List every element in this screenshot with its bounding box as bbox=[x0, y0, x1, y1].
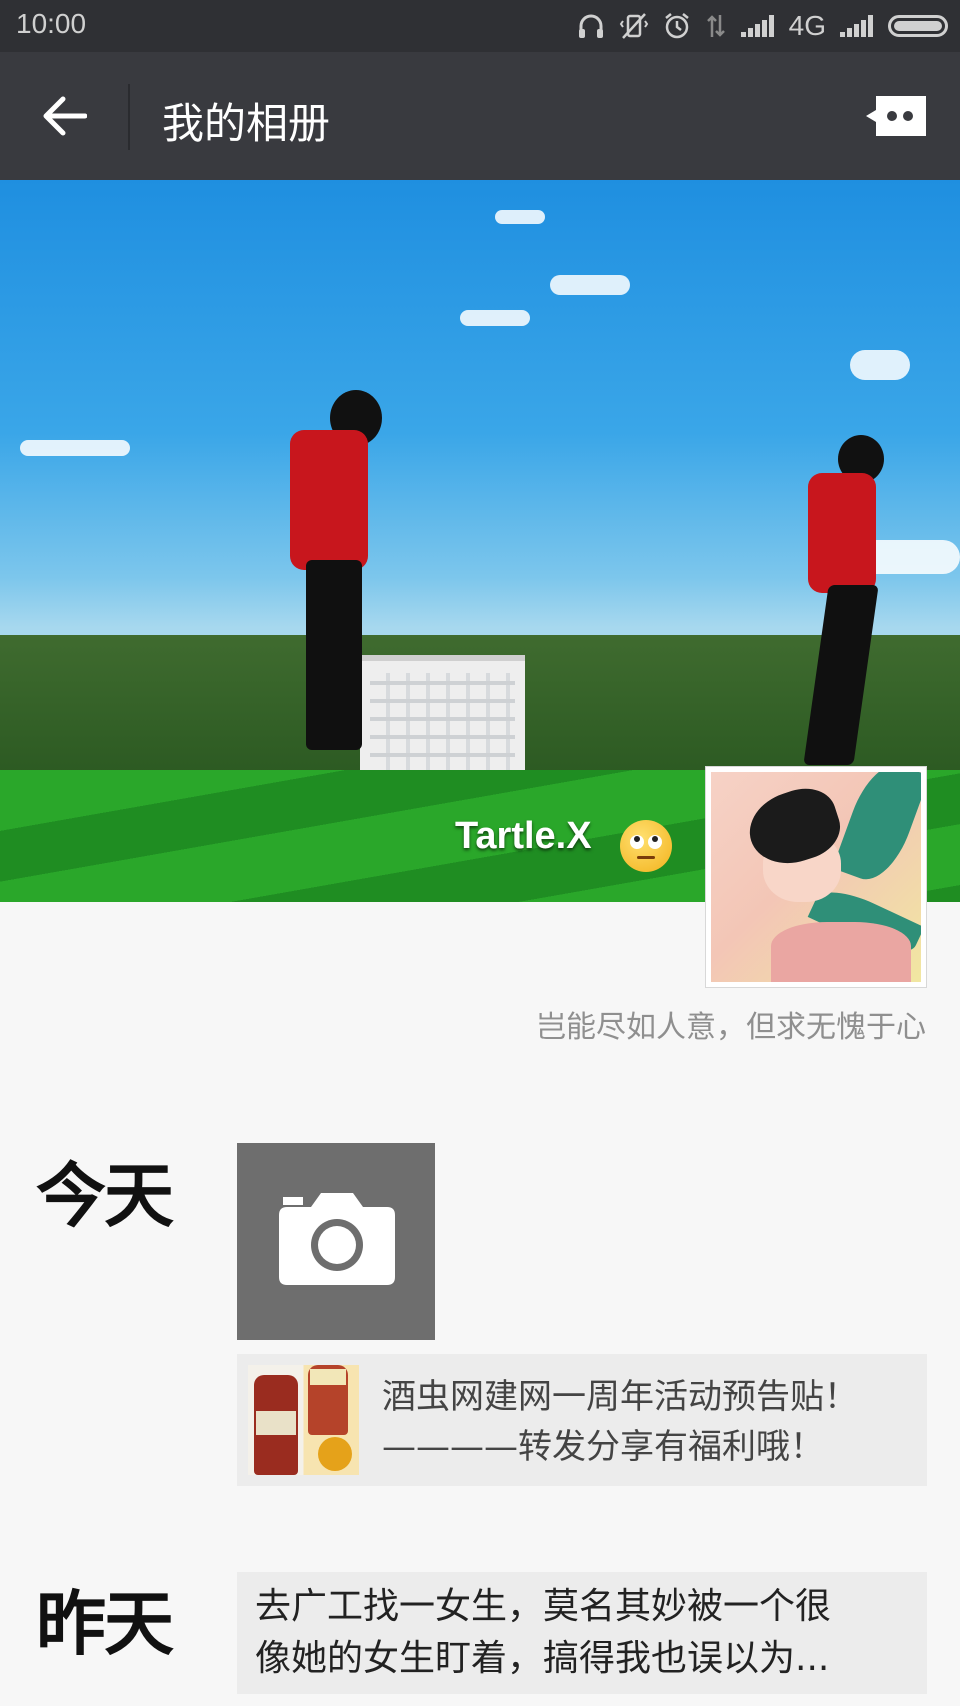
post-text-line: 像她的女生盯着，搞得我也误以为... bbox=[255, 1638, 830, 1679]
page-title: 我的相册 bbox=[162, 99, 331, 148]
day-label-today: 今天 bbox=[36, 1155, 174, 1237]
building bbox=[360, 655, 525, 781]
status-bar: 10:00 4G bbox=[0, 0, 960, 52]
signal-icon bbox=[840, 15, 874, 37]
vibrate-off-icon bbox=[619, 13, 648, 39]
arrow-left-icon bbox=[43, 96, 87, 136]
signal-icon bbox=[740, 15, 775, 37]
network-type: 4G bbox=[788, 10, 826, 41]
app-bar: 我的相册 bbox=[0, 52, 960, 180]
album-post[interactable]: 酒虫网建网一周年活动预告贴！ ————转发分享有福利哦！ bbox=[237, 1354, 927, 1486]
profile-name: Tartle.X bbox=[455, 815, 592, 857]
camera-icon bbox=[279, 1193, 395, 1285]
post-text-line: ————转发分享有福利哦！ bbox=[382, 1427, 824, 1467]
day-label-yesterday: 昨天 bbox=[36, 1583, 174, 1665]
status-icons: 4G bbox=[577, 6, 948, 46]
cloud bbox=[550, 275, 630, 295]
add-photo-button[interactable] bbox=[237, 1143, 435, 1340]
post-text-line: 酒虫网建网一周年活动预告贴！ bbox=[382, 1377, 858, 1417]
avatar[interactable] bbox=[705, 766, 927, 988]
cloud bbox=[20, 440, 130, 456]
battery-icon bbox=[888, 15, 948, 37]
app-bar-divider bbox=[128, 84, 130, 150]
alarm-icon bbox=[664, 13, 689, 39]
post-text-line: 去广工找一女生，莫名其妙被一个很 bbox=[255, 1586, 832, 1627]
message-more-icon bbox=[866, 96, 926, 136]
post-thumbnail bbox=[248, 1365, 359, 1475]
headphones-icon bbox=[578, 14, 603, 38]
cloud bbox=[460, 310, 530, 326]
back-button[interactable] bbox=[36, 88, 92, 144]
profile-signature: 岂能尽如人意，但求无愧于心 bbox=[536, 1010, 926, 1045]
data-arrows-icon bbox=[706, 15, 725, 37]
rolling-eyes-emoji-icon bbox=[620, 820, 672, 872]
cloud bbox=[850, 350, 910, 380]
status-time: 10:00 bbox=[16, 8, 87, 39]
album-post[interactable]: 去广工找一女生，莫名其妙被一个很 像她的女生盯着，搞得我也误以为... bbox=[237, 1572, 927, 1694]
avatar-illustration bbox=[711, 772, 921, 982]
message-more-button[interactable] bbox=[864, 94, 928, 138]
cloud bbox=[495, 210, 545, 224]
